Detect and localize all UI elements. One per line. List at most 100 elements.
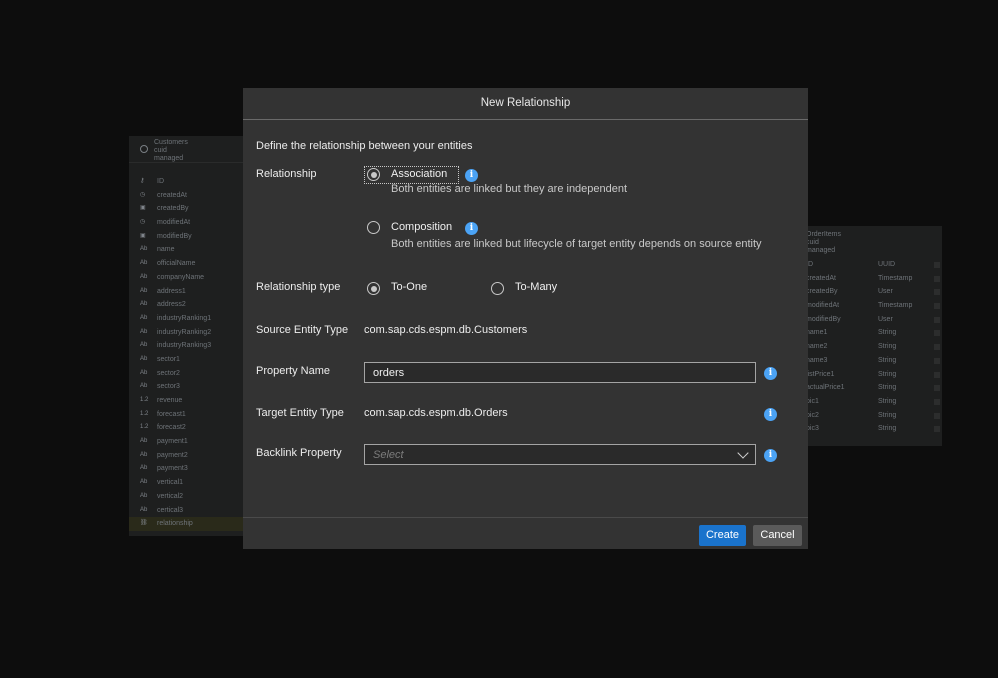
orderitems-field-row[interactable]: listPrice1 String (806, 368, 942, 382)
field-type: String (878, 356, 897, 364)
field-name: createdAt (806, 274, 836, 282)
customers-field-row[interactable]: Ab industryRanking2 (129, 326, 244, 340)
customers-field-row[interactable]: Ab payment3 (129, 462, 244, 476)
clock-icon: ◷ (140, 219, 146, 226)
orderitems-field-row[interactable]: pic1 String (806, 395, 942, 409)
orderitems-field-row[interactable]: createdAt Timestamp (806, 272, 942, 286)
customers-entity-card[interactable]: Customers cuid managed ⚷ ID ◷ createdAt ▣ cre… (129, 136, 244, 536)
property-name-input[interactable]: orders (364, 362, 756, 383)
field-name: officialName (157, 260, 196, 268)
field-type: User (878, 315, 893, 323)
orderitems-field-row[interactable]: name3 String (806, 354, 942, 368)
field-handle (934, 426, 940, 433)
field-type-badge: Ab (140, 492, 148, 499)
customers-field-row[interactable]: 1.2 forecast2 (129, 421, 244, 435)
field-name: name2 (806, 343, 828, 351)
field-name: vertical1 (157, 479, 184, 487)
cancel-button[interactable]: Cancel (753, 525, 802, 546)
customers-field-row[interactable]: Ab payment1 (129, 435, 244, 449)
customers-field-row[interactable]: Ab address1 (129, 285, 244, 299)
user-icon: ▣ (140, 232, 146, 239)
customers-field-row[interactable]: Ab certical3 (129, 504, 244, 518)
to-many-label[interactable]: To-Many (515, 281, 557, 293)
orderitems-field-row[interactable]: name2 String (806, 340, 942, 354)
composition-radio[interactable] (367, 221, 380, 234)
field-name: modifiedAt (806, 302, 840, 310)
field-handle (934, 385, 940, 392)
orderitems-field-row[interactable]: ID UUID (806, 258, 942, 272)
aspect-label: managed (806, 247, 836, 254)
customers-field-row[interactable]: ◷ createdAt (129, 189, 244, 203)
customers-field-row[interactable]: Ab companyName (129, 271, 244, 285)
customers-field-row[interactable]: Ab payment2 (129, 449, 244, 463)
to-one-label[interactable]: To-One (391, 281, 427, 293)
customers-field-row[interactable]: 1.2 forecast1 (129, 408, 244, 422)
association-description: Both entities are linked but they are in… (391, 183, 628, 195)
customers-field-row[interactable]: Ab officialName (129, 257, 244, 271)
orderitems-field-row[interactable]: pic2 String (806, 409, 942, 423)
to-one-radio[interactable] (367, 282, 380, 295)
create-button[interactable]: Create (699, 525, 746, 546)
orderitems-field-row[interactable]: actualPrice1 String (806, 381, 942, 395)
field-name: sector3 (157, 383, 180, 391)
customers-field-row[interactable]: ⚷ ID (129, 175, 244, 189)
customers-field-row[interactable]: Ab name (129, 243, 244, 257)
orderitems-field-row[interactable]: name1 String (806, 326, 942, 340)
customers-field-row[interactable]: Ab vertical2 (129, 490, 244, 504)
customers-field-row[interactable]: Ab address2 (129, 298, 244, 312)
key-icon: ⚷ (140, 178, 145, 184)
customers-field-row[interactable]: ⛓ relationship (129, 517, 244, 531)
customers-field-row[interactable]: Ab industryRanking3 (129, 339, 244, 353)
customers-field-row[interactable]: Ab sector3 (129, 380, 244, 394)
customers-field-row[interactable]: Ab sector1 (129, 353, 244, 367)
field-name: listPrice1 (806, 370, 835, 378)
customers-card-title: Customers (154, 139, 188, 146)
field-type-badge: Ab (140, 246, 148, 253)
to-many-radio[interactable] (491, 282, 504, 295)
customers-field-row[interactable]: Ab sector2 (129, 367, 244, 381)
customers-field-row[interactable]: Ab industryRanking1 (129, 312, 244, 326)
backlink-placeholder: Select (373, 449, 404, 461)
field-handle (934, 371, 940, 378)
field-name: companyName (157, 273, 205, 281)
field-name: forecast2 (157, 424, 186, 432)
user-icon: ▣ (140, 205, 146, 212)
property-name-label: Property Name (256, 365, 330, 377)
target-entity-value: com.sap.cds.espm.db.Orders (364, 407, 508, 419)
field-name: name3 (806, 356, 828, 364)
orderitems-field-row[interactable]: createdBy User (806, 285, 942, 299)
customers-field-row[interactable]: 1.2 revenue (129, 394, 244, 408)
field-name: sector1 (157, 355, 180, 363)
customers-field-row[interactable]: ▣ createdBy (129, 202, 244, 216)
orderitems-field-row[interactable]: modifiedAt Timestamp (806, 299, 942, 313)
field-name: createdAt (157, 191, 187, 199)
target-entity-info-icon[interactable]: i (764, 408, 777, 421)
composition-info-icon[interactable]: i (465, 222, 478, 235)
field-type: String (878, 425, 897, 433)
orderitems-entity-card[interactable]: OrderItems cuid managed ID UUID createdAt T… (806, 226, 942, 446)
dialog-intro: Define the relationship between your ent… (256, 140, 473, 152)
field-type: String (878, 397, 897, 405)
association-info-icon[interactable]: i (465, 169, 478, 182)
field-handle (934, 330, 940, 337)
link-icon: ⛓ (140, 520, 148, 527)
property-name-info-icon[interactable]: i (764, 367, 777, 380)
backlink-info-icon[interactable]: i (764, 449, 777, 462)
field-handle (934, 412, 940, 419)
aspect-label: cuid (154, 147, 167, 154)
chevron-down-icon[interactable] (737, 447, 749, 459)
association-radio[interactable] (367, 168, 380, 181)
field-name: modifiedBy (806, 315, 841, 323)
orderitems-field-row[interactable]: modifiedBy User (806, 313, 942, 327)
customers-field-row[interactable]: ▣ modifiedBy (129, 230, 244, 244)
customers-field-row[interactable]: Ab vertical1 (129, 476, 244, 490)
customers-field-row[interactable]: ◷ modifiedAt (129, 216, 244, 230)
orderitems-field-row[interactable]: pic3 String (806, 422, 942, 436)
field-handle (934, 303, 940, 310)
field-handle (934, 289, 940, 296)
association-label[interactable]: Association (391, 168, 447, 180)
field-type-badge: Ab (140, 465, 148, 472)
composition-label[interactable]: Composition (391, 221, 452, 233)
backlink-property-select[interactable]: Select (364, 444, 756, 465)
field-name: industryRanking2 (157, 328, 212, 336)
